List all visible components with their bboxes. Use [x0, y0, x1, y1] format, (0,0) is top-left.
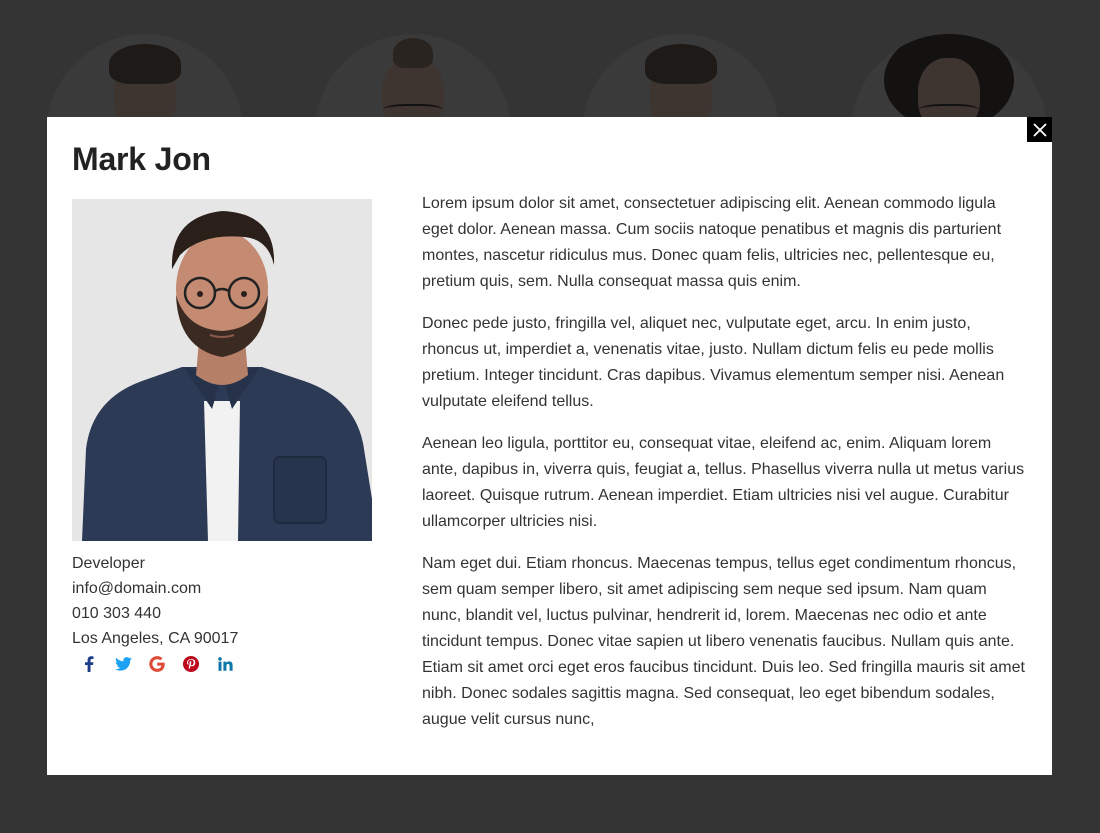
linkedin-link[interactable] [208, 652, 242, 676]
twitter-link[interactable] [106, 652, 140, 676]
member-role: Developer [72, 555, 145, 572]
member-email: info@domain.com [72, 580, 202, 597]
linkedin-icon [217, 657, 233, 671]
close-button[interactable] [1027, 117, 1052, 142]
twitter-icon [114, 657, 132, 671]
pinterest-icon [183, 656, 199, 672]
google-icon [149, 656, 165, 672]
bio-paragraph: Lorem ipsum dolor sit amet, consectetuer… [422, 195, 1002, 290]
pinterest-link[interactable] [174, 652, 208, 676]
social-links [72, 652, 242, 676]
bio-paragraph: Donec pede justo, fringilla vel, aliquet… [422, 315, 1005, 410]
facebook-icon [85, 656, 94, 672]
member-photo [72, 199, 372, 541]
member-bio: Lorem ipsum dolor sit amet, consectetuer… [422, 191, 1030, 749]
member-location: Los Angeles, CA 90017 [72, 630, 239, 647]
bio-paragraph: Aenean leo ligula, porttitor eu, consequ… [422, 435, 1025, 530]
bio-paragraph: Nam eget dui. Etiam rhoncus. Maecenas te… [422, 555, 1025, 728]
member-name: Mark Jon [72, 141, 211, 177]
team-member-modal: Mark Jon Developer info@domain.com 010 3… [47, 117, 1052, 775]
google-link[interactable] [140, 652, 174, 676]
member-phone: 010 303 440 [72, 605, 161, 622]
facebook-link[interactable] [72, 652, 106, 676]
close-icon [1032, 122, 1047, 137]
member-contact-info: Developer info@domain.com 010 303 440 Lo… [72, 551, 372, 651]
